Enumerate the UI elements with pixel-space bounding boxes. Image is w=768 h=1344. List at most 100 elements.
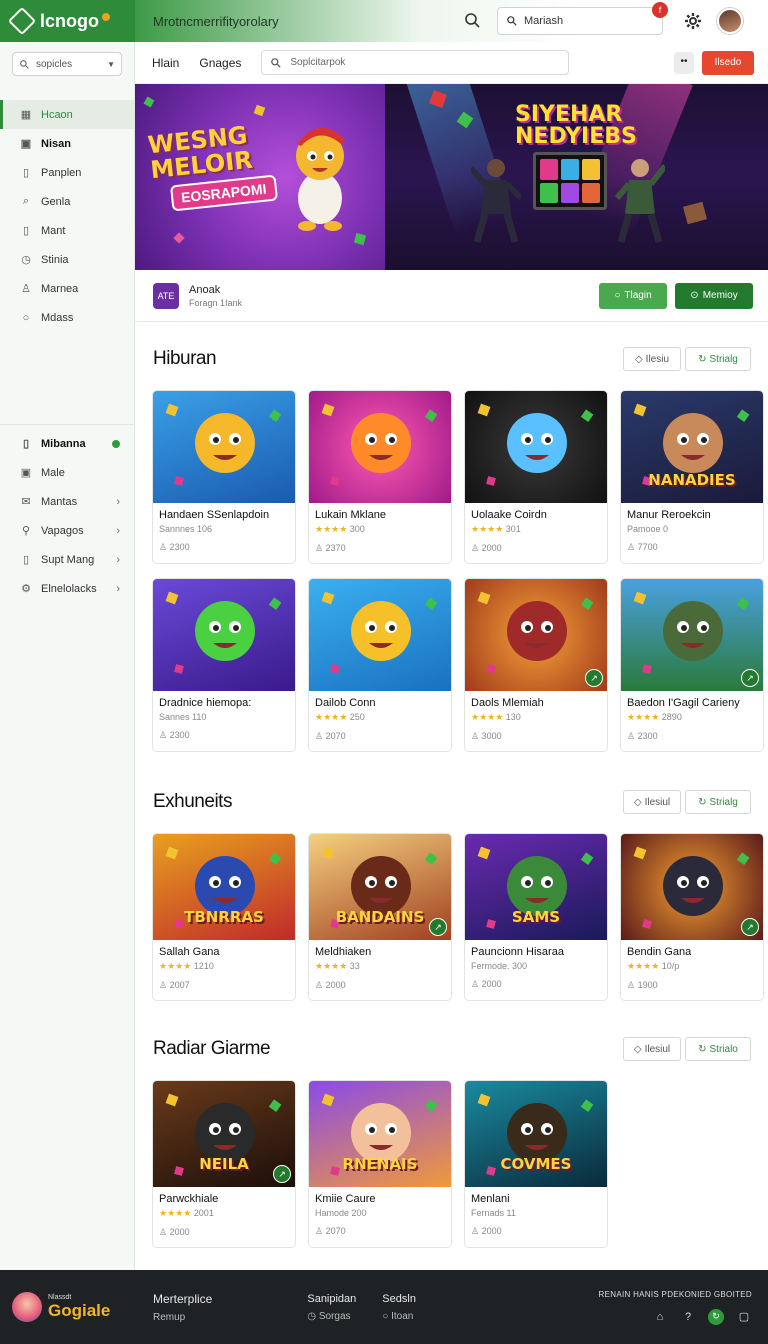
- game-card[interactable]: BANDAINS ↗ Meldhiaken ★★★★ 33 ♙ 2000: [308, 833, 452, 1001]
- tab-home[interactable]: Hlain: [152, 56, 179, 70]
- game-meta: Sannnes 106: [153, 521, 295, 534]
- sidebar-item-2[interactable]: ▯ Panplen: [0, 158, 134, 187]
- game-card[interactable]: Handaen SSenlapdoin Sannnes 106 ♙ 2300: [152, 390, 296, 564]
- sidebar-item-label: Mibanna: [41, 437, 86, 450]
- gear-icon[interactable]: [683, 11, 703, 31]
- game-card[interactable]: ↗ Bendin Gana ★★★★ 10/p ♙ 1900: [620, 833, 764, 1001]
- doc-icon: ▯: [22, 438, 30, 450]
- top-search-input[interactable]: Mariash f: [497, 2, 668, 35]
- game-card[interactable]: ↗ Daols Mlemiah ★★★★ 130 ♙ 3000: [464, 578, 608, 752]
- sidebar-search[interactable]: sopicles ▼: [12, 52, 122, 76]
- confetti-shape: [353, 232, 367, 246]
- player-count: ♙ 2300: [621, 723, 763, 742]
- hero-banner[interactable]: WESNG MELOIR EOSRAPOMI SIYEHAR NEDYIEBS: [135, 84, 768, 270]
- toolbar-search-input[interactable]: Soplcitarpok: [261, 50, 570, 75]
- home-icon[interactable]: ⌂: [652, 1309, 668, 1325]
- game-thumbnail: BANDAINS ↗: [309, 834, 451, 940]
- game-thumbnail: NEILA ↗: [153, 1081, 295, 1187]
- primary-action-button[interactable]: ○ Tlagin: [599, 282, 667, 309]
- section-sort-button[interactable]: ↻ Strialg: [685, 790, 751, 814]
- sidebar-item-3[interactable]: ⌕ Genla: [0, 187, 134, 216]
- game-title: Daols Mlemiah: [471, 697, 544, 709]
- sidebar-item-4[interactable]: ▯ Supt Mang ›: [0, 545, 134, 574]
- sidebar-item-6[interactable]: ♙ Marnea: [0, 274, 134, 303]
- game-card[interactable]: Dradnice hiemopa: Sannes 110 ♙ 2300: [152, 578, 296, 752]
- section-sort-button[interactable]: ↻ Strialg: [685, 347, 751, 371]
- more-button[interactable]: ••: [674, 51, 694, 74]
- help-icon[interactable]: ?: [680, 1309, 696, 1325]
- game-card[interactable]: Uolaake Coirdn ★★★★ 301 ♙ 2000: [464, 390, 608, 564]
- app-logo[interactable]: lcnogo: [0, 0, 135, 42]
- tab-games[interactable]: Gnages: [199, 56, 241, 70]
- footer-col3-title[interactable]: Sedsln: [382, 1293, 416, 1305]
- game-card[interactable]: NEILA ↗ Parwckhiale ★★★★ 2001 ♙ 2000: [152, 1080, 296, 1248]
- refresh-icon: ↻: [698, 1043, 707, 1055]
- game-meta: ★★★★ 2001: [153, 1205, 295, 1219]
- sidebar-item-5[interactable]: ⚙ Elnelolacks ›: [0, 574, 134, 603]
- footer-col1-title[interactable]: Merterplice: [153, 1292, 212, 1306]
- game-card[interactable]: Dailob Conn ★★★★ 250 ♙ 2070: [308, 578, 452, 752]
- bag-icon[interactable]: ▢: [736, 1309, 752, 1325]
- search-icon[interactable]: [463, 11, 483, 31]
- sidebar-item-label: Genla: [41, 195, 71, 208]
- player-count: ♙ 2000: [465, 1218, 607, 1237]
- sidebar-item-4[interactable]: ▯ Mant: [0, 216, 134, 245]
- section-filter-button[interactable]: ◇ Ilesiul: [623, 1037, 681, 1061]
- footer-col1-sub[interactable]: Remup: [153, 1312, 212, 1323]
- sidebar-item-1[interactable]: ▣ Nisan: [0, 129, 134, 158]
- game-card[interactable]: RNENAIS Kmiie Caure Hamode 200 ♙ 2070: [308, 1080, 452, 1248]
- game-art: [165, 591, 282, 674]
- game-card[interactable]: NANADIES Manur Reroekcin Pamooe 0 ♙ 7700: [620, 390, 764, 564]
- sidebar-item-1[interactable]: ▣ Male: [0, 458, 134, 487]
- sidebar-item-2[interactable]: ✉ Mantas ›: [0, 487, 134, 516]
- notification-badge[interactable]: f: [652, 2, 668, 18]
- sidebar-item-7[interactable]: ○ Mdass: [0, 303, 134, 332]
- secondary-action-button[interactable]: ⊙ Memioy: [675, 282, 753, 309]
- section-title: Radiar Giarme: [153, 1038, 271, 1059]
- game-meta: ★★★★ 1210: [153, 958, 295, 972]
- footer-links[interactable]: RENAIN HANIS PDEKONIED GBOITED: [599, 1290, 752, 1299]
- user-avatar[interactable]: [717, 8, 743, 34]
- user-icon: ♙: [627, 542, 636, 552]
- sidebar-item-0[interactable]: ▯ Mibanna: [0, 429, 134, 458]
- section-sort-button[interactable]: ↻ Strialo: [685, 1037, 751, 1061]
- sidebar-item-3[interactable]: ⚲ Vapagos ›: [0, 516, 134, 545]
- section-header: Radiar Giarme ◇ Ilesiul ↻ Strialo: [135, 1034, 768, 1064]
- player-count: ♙ 2000: [465, 971, 607, 990]
- footer-logo[interactable]: Nlassdt Gogiale: [0, 1292, 135, 1322]
- dancer-illustration: [471, 159, 521, 243]
- status-icon[interactable]: ↻: [708, 1308, 724, 1325]
- game-thumbnail: ↗: [465, 579, 607, 691]
- section-filter-button[interactable]: ◇ Ilesiu: [623, 347, 681, 371]
- sidebar-item-0[interactable]: ▦ Hcaon: [0, 100, 134, 129]
- sidebar-item-label: Nisan: [41, 137, 71, 150]
- game-card[interactable]: SAMS Pauncionn Hisaraa Fermode. 300 ♙ 2000: [464, 833, 608, 1001]
- game-title: Meldhiaken: [315, 946, 372, 958]
- rating-stars: ★★★★: [627, 712, 660, 722]
- player-count: ♙ 2300: [153, 722, 295, 741]
- app-icon: ATE: [153, 282, 179, 309]
- game-meta-text: 130: [505, 712, 521, 722]
- game-card[interactable]: TBNRRAS Sallah Gana ★★★★ 1210 ♙ 2007: [152, 833, 296, 1001]
- game-title: Dradnice hiemopa:: [159, 697, 252, 709]
- game-title: Parwckhiale: [159, 1193, 219, 1205]
- sidebar-item-5[interactable]: ◷ Stinia: [0, 245, 134, 274]
- hero-right-title-2: NEDYIEBS: [515, 124, 637, 149]
- gear-icon: ⚙: [21, 583, 31, 595]
- game-card[interactable]: ↗ Baedon I'Gagil Carieny ★★★★ 2890 ♙ 2300: [620, 578, 764, 752]
- game-card[interactable]: Lukain Mklane ★★★★ 300 ♙ 2370: [308, 390, 452, 564]
- action-button[interactable]: Ilsedo: [702, 50, 754, 75]
- player-count-value: 2000: [481, 543, 502, 553]
- online-status-dot: [112, 439, 120, 448]
- footer-col2-title[interactable]: Sanipidan: [307, 1293, 356, 1305]
- player-count: ♙ 7700: [621, 534, 763, 553]
- game-title: Menlani: [471, 1193, 510, 1205]
- player-count-value: 2300: [169, 730, 190, 740]
- game-meta-text: 300: [349, 524, 365, 534]
- section-filter-button[interactable]: ◇ Ilesiul: [623, 790, 681, 814]
- game-card[interactable]: COVMES Menlani Fernads 11 ♙ 2000: [464, 1080, 608, 1248]
- game-thumbnail: [153, 579, 295, 691]
- game-meta: Fermode. 300: [465, 958, 607, 971]
- game-meta-text: Sannes 110: [159, 712, 207, 722]
- player-count-value: 2070: [325, 1226, 346, 1236]
